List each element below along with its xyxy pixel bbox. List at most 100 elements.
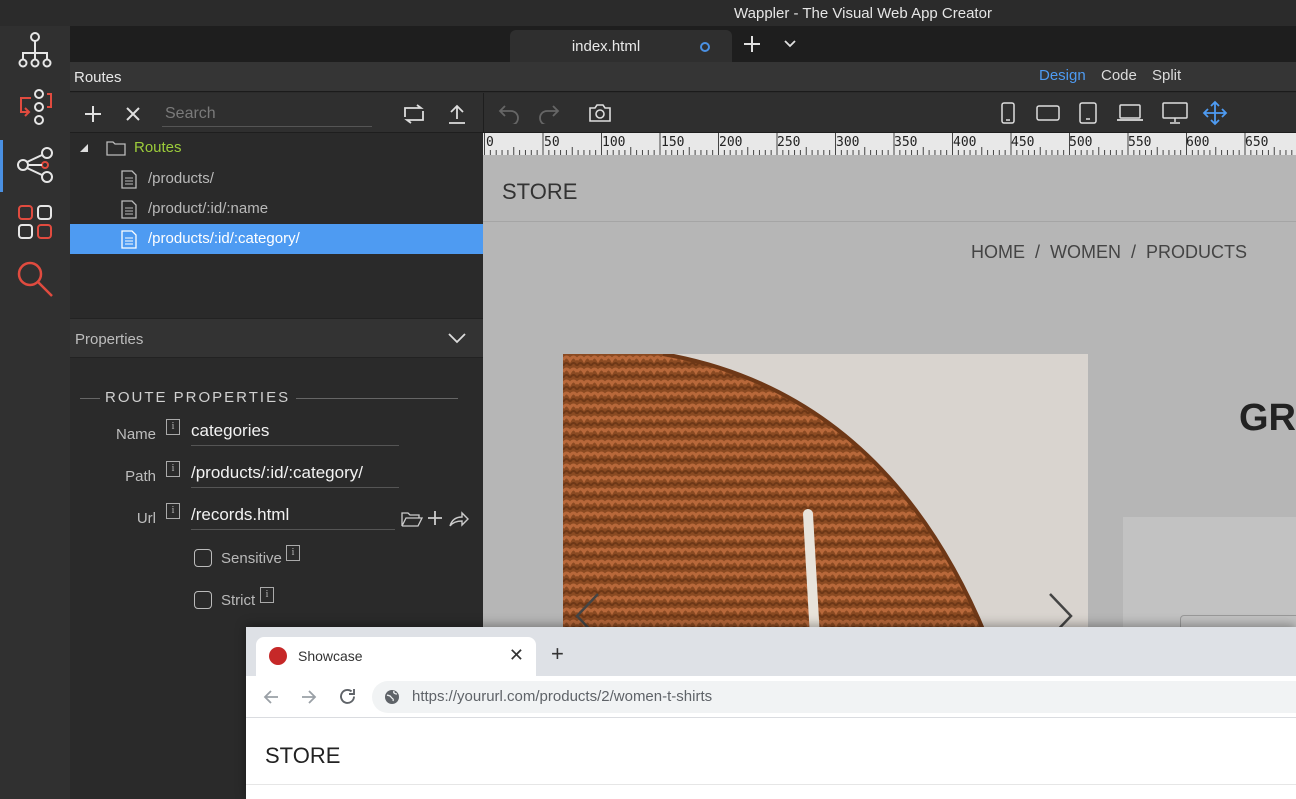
upload-icon[interactable] [444, 102, 470, 126]
close-icon[interactable]: ✕ [509, 645, 524, 666]
ruler-label: 100 [602, 135, 626, 150]
search-icon[interactable] [12, 256, 58, 302]
url-field[interactable]: /records.html [191, 502, 395, 530]
ruler-label: 650 [1245, 135, 1269, 150]
mode-code[interactable]: Code [1101, 67, 1137, 84]
undo-icon[interactable] [496, 101, 522, 125]
breadcrumb-products[interactable]: PRODUCTS [1146, 242, 1247, 262]
path-field[interactable]: /products/:id/:category/ [191, 460, 399, 488]
refresh-icon[interactable] [400, 102, 428, 126]
tree-root-routes[interactable]: Routes [70, 133, 483, 163]
mode-design[interactable]: Design [1039, 67, 1086, 84]
divider [296, 398, 458, 399]
info-icon[interactable]: i [166, 461, 180, 477]
route-item-label: /products/ [148, 170, 214, 187]
mode-split[interactable]: Split [1152, 67, 1181, 84]
unsaved-indicator-icon [700, 42, 710, 52]
ruler-label: 550 [1128, 135, 1152, 150]
brand-label[interactable]: STORE [265, 743, 340, 769]
breadcrumb-women[interactable]: WOMEN [1050, 242, 1121, 262]
panel-title: Routes [74, 69, 122, 86]
components-icon[interactable] [12, 199, 58, 245]
strict-checkbox[interactable] [194, 591, 212, 609]
laptop-icon[interactable] [1114, 101, 1146, 125]
folder-open-icon[interactable] [401, 511, 423, 527]
properties-title: Properties [75, 331, 144, 348]
name-field[interactable]: categories [191, 418, 399, 446]
new-tab-button[interactable] [740, 32, 764, 56]
file-icon [121, 200, 137, 219]
info-icon[interactable]: i [166, 419, 180, 435]
phone-landscape-icon[interactable] [1034, 101, 1062, 125]
rail-active-indicator [0, 140, 3, 192]
info-icon[interactable]: i [286, 545, 300, 561]
breadcrumb-separator: / [1035, 242, 1041, 262]
ruler-label: 350 [894, 135, 918, 150]
reload-icon[interactable] [338, 687, 357, 706]
route-item-selected[interactable]: /products/:id/:category/ [70, 224, 483, 254]
search-input[interactable] [162, 101, 372, 127]
properties-header[interactable]: Properties [70, 318, 483, 358]
expand-triangle-icon[interactable] [78, 142, 90, 154]
url-text[interactable]: https://yoururl.com/products/2/women-t-s… [412, 688, 712, 705]
forward-arrow-icon[interactable] [300, 688, 318, 706]
chevron-down-icon[interactable] [780, 34, 800, 54]
move-arrows-icon[interactable] [1201, 99, 1229, 127]
route-properties-section: ROUTE PROPERTIES [80, 389, 460, 409]
chevron-down-icon[interactable] [447, 332, 467, 344]
desktop-icon[interactable] [1159, 101, 1191, 125]
browser-tab[interactable]: Showcase ✕ [256, 637, 536, 676]
info-icon[interactable]: i [166, 503, 180, 519]
delete-route-button[interactable] [122, 103, 144, 125]
address-bar[interactable]: https://yoururl.com/products/2/women-t-s… [372, 681, 1296, 713]
info-icon[interactable]: i [260, 587, 274, 603]
share-arrow-icon[interactable] [448, 510, 470, 528]
globe-icon[interactable] [384, 689, 400, 705]
section-title: ROUTE PROPERTIES [105, 389, 291, 406]
app-structure-icon[interactable] [12, 27, 58, 73]
redo-icon[interactable] [536, 101, 562, 125]
ruler-label: 250 [777, 135, 801, 150]
path-label: Path [125, 468, 156, 485]
routes-icon[interactable] [12, 142, 58, 188]
tab-index-html[interactable]: index.html [510, 30, 732, 62]
ruler-label: 500 [1069, 135, 1093, 150]
strict-label: Strict [221, 592, 256, 609]
tree-root-label: Routes [134, 139, 182, 156]
back-arrow-icon[interactable] [262, 688, 280, 706]
ruler-label: 450 [1011, 135, 1035, 150]
ruler-label: 200 [719, 135, 743, 150]
route-item[interactable]: /product/:id/:name [70, 194, 483, 224]
ruler-label: 600 [1186, 135, 1210, 150]
window-title: Wappler - The Visual Web App Creator [734, 5, 992, 22]
browser-window: Showcase ✕ + https://yoururl.com/product… [246, 627, 1296, 799]
ruler-label: 150 [661, 135, 685, 150]
sensitive-checkbox[interactable] [194, 549, 212, 567]
browser-tab-strip: Showcase ✕ + [246, 627, 1296, 676]
folder-icon [106, 141, 126, 156]
browser-toolbar: https://yoururl.com/products/2/women-t-s… [246, 676, 1296, 718]
camera-icon[interactable] [587, 101, 613, 125]
add-route-button[interactable] [82, 103, 104, 125]
route-item[interactable]: /products/ [70, 164, 483, 194]
name-label: Name [115, 426, 156, 443]
tablet-icon[interactable] [1076, 101, 1100, 125]
brand-label[interactable]: STORE [502, 179, 577, 205]
product-heading: GRE [1239, 397, 1296, 439]
new-tab-button[interactable]: + [551, 641, 564, 667]
horizontal-ruler: 0 50 100 150 200 250 300 350 400 450 500… [483, 133, 1296, 155]
ruler-label: 300 [836, 135, 860, 150]
breadcrumb-home[interactable]: HOME [971, 242, 1025, 262]
data-flow-icon[interactable] [12, 84, 58, 130]
panel-header: Routes Design Code Split [70, 62, 1296, 92]
ruler-label: 400 [953, 135, 977, 150]
file-icon [121, 230, 137, 249]
route-item-label: /product/:id/:name [148, 200, 269, 217]
file-icon [121, 170, 137, 189]
routes-toolbar [70, 93, 483, 133]
route-item-label: /products/:id/:category/ [148, 230, 300, 247]
add-icon[interactable] [427, 510, 443, 526]
browser-tab-title: Showcase [298, 648, 363, 664]
url-host: https://yoururl.com [412, 688, 536, 705]
phone-portrait-icon[interactable] [998, 101, 1018, 125]
